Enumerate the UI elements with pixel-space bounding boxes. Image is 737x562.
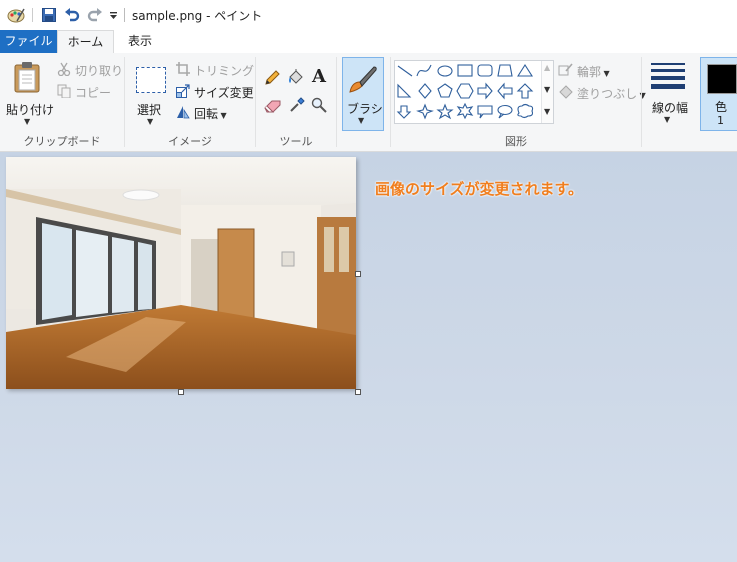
undo-icon[interactable] — [63, 6, 81, 24]
color1-button[interactable]: 色 1 — [700, 57, 737, 131]
rotate-button[interactable]: 回転 ▼ — [194, 105, 227, 122]
fill-button[interactable]: 塗りつぶし ▼ — [577, 85, 646, 102]
copy-button[interactable]: コピー — [75, 84, 111, 101]
crop-icon — [176, 62, 190, 76]
crop-button[interactable]: トリミング — [194, 62, 254, 79]
qat-separator — [32, 8, 33, 22]
paste-icon — [14, 62, 40, 93]
rotate-dropdown-icon: ▼ — [218, 111, 227, 120]
paint-app-icon[interactable] — [6, 6, 26, 24]
outline-dropdown-icon: ▼ — [601, 69, 610, 78]
customize-dropdown-icon[interactable] — [107, 6, 119, 24]
room-photo — [6, 157, 356, 389]
group-separator — [641, 57, 642, 147]
size-dropdown-icon: ▼ — [664, 115, 671, 124]
tab-file[interactable]: ファイル — [0, 30, 57, 53]
resize-handle-bottom[interactable] — [178, 389, 184, 395]
group-separator — [336, 57, 337, 147]
resize-handle-corner[interactable] — [355, 389, 361, 395]
brush-dropdown-icon: ▼ — [358, 116, 365, 125]
window-title: sample.png - ペイント — [132, 9, 263, 23]
size-line-medium — [651, 69, 685, 72]
outline-button[interactable]: 輪郭 ▼ — [577, 63, 610, 80]
image-group-label: イメージ — [168, 135, 212, 148]
select-button[interactable]: 選択 ▼ — [132, 57, 170, 127]
size-line-thickest — [651, 84, 685, 89]
outline-icon — [558, 63, 573, 76]
tab-view[interactable]: 表示 — [112, 30, 168, 53]
shapes-gallery[interactable]: ▲ ▼ ▼ — [394, 60, 554, 124]
brush-button[interactable]: ブラシ ▼ — [342, 57, 384, 131]
pencil-icon[interactable] — [264, 70, 280, 86]
text-icon[interactable]: A — [312, 66, 326, 87]
rotate-label: 回転 — [194, 107, 219, 121]
brush-icon — [349, 66, 377, 93]
eraser-icon[interactable] — [264, 99, 282, 113]
resize-notice: 画像のサイズが変更されます。 — [375, 180, 584, 198]
select-label: 選択 — [137, 103, 162, 117]
magnifier-icon[interactable] — [311, 97, 327, 113]
brush-label: ブラシ — [347, 102, 383, 116]
size-line-thick — [651, 76, 685, 80]
ribbon: 貼り付け ▼ 切り取り コピー クリップボード 選択 ▼ トリミング サイズ変更 — [0, 53, 737, 152]
select-icon — [136, 67, 166, 93]
select-dropdown-icon: ▼ — [147, 117, 154, 126]
clipboard-group-label: クリップボード — [23, 135, 101, 148]
fill-icon — [559, 85, 573, 99]
title-bar: sample.png - ペイント — [0, 0, 737, 30]
shapes-scroll-up-icon[interactable]: ▲ — [544, 63, 550, 72]
ribbon-tab-bar: ファイル ホーム 表示 — [0, 30, 737, 55]
cut-icon — [57, 62, 71, 76]
shapes-scroll-down-icon[interactable]: ▼ — [544, 85, 550, 94]
outline-label: 輪郭 — [577, 65, 602, 79]
resize-icon — [176, 84, 190, 98]
shapes-scrollbar[interactable]: ▲ ▼ ▼ — [541, 61, 553, 123]
tab-home[interactable]: ホーム — [57, 30, 114, 55]
size-button[interactable]: 線の幅 ▼ — [646, 57, 692, 129]
resize-handle-right[interactable] — [355, 271, 361, 277]
tools-group-label: ツール — [279, 135, 313, 148]
fill-label: 塗りつぶし — [577, 87, 638, 101]
paste-label: 貼り付け — [6, 103, 55, 117]
shapes-group-label: 図形 — [505, 135, 527, 148]
copy-icon — [57, 84, 71, 98]
canvas-image[interactable] — [6, 157, 356, 389]
shapes-icons — [396, 63, 534, 120]
cut-button[interactable]: 切り取り — [75, 62, 123, 79]
title-separator — [124, 8, 125, 22]
color1-swatch — [707, 64, 737, 94]
save-icon[interactable] — [40, 6, 58, 24]
resize-button[interactable]: サイズ変更 — [194, 84, 254, 101]
paste-dropdown-icon: ▼ — [24, 117, 31, 126]
size-label: 線の幅 — [652, 101, 689, 115]
paste-button[interactable]: 貼り付け ▼ — [4, 57, 54, 127]
redo-icon[interactable] — [86, 6, 104, 24]
color-picker-icon[interactable] — [289, 97, 305, 113]
fill-bucket-icon[interactable] — [287, 69, 305, 87]
color1-label: 色 — [715, 100, 728, 114]
shapes-expand-icon[interactable]: ▼ — [544, 107, 550, 116]
color1-number: 1 — [717, 114, 724, 127]
rotate-icon — [177, 106, 190, 119]
size-line-thin — [651, 63, 685, 65]
